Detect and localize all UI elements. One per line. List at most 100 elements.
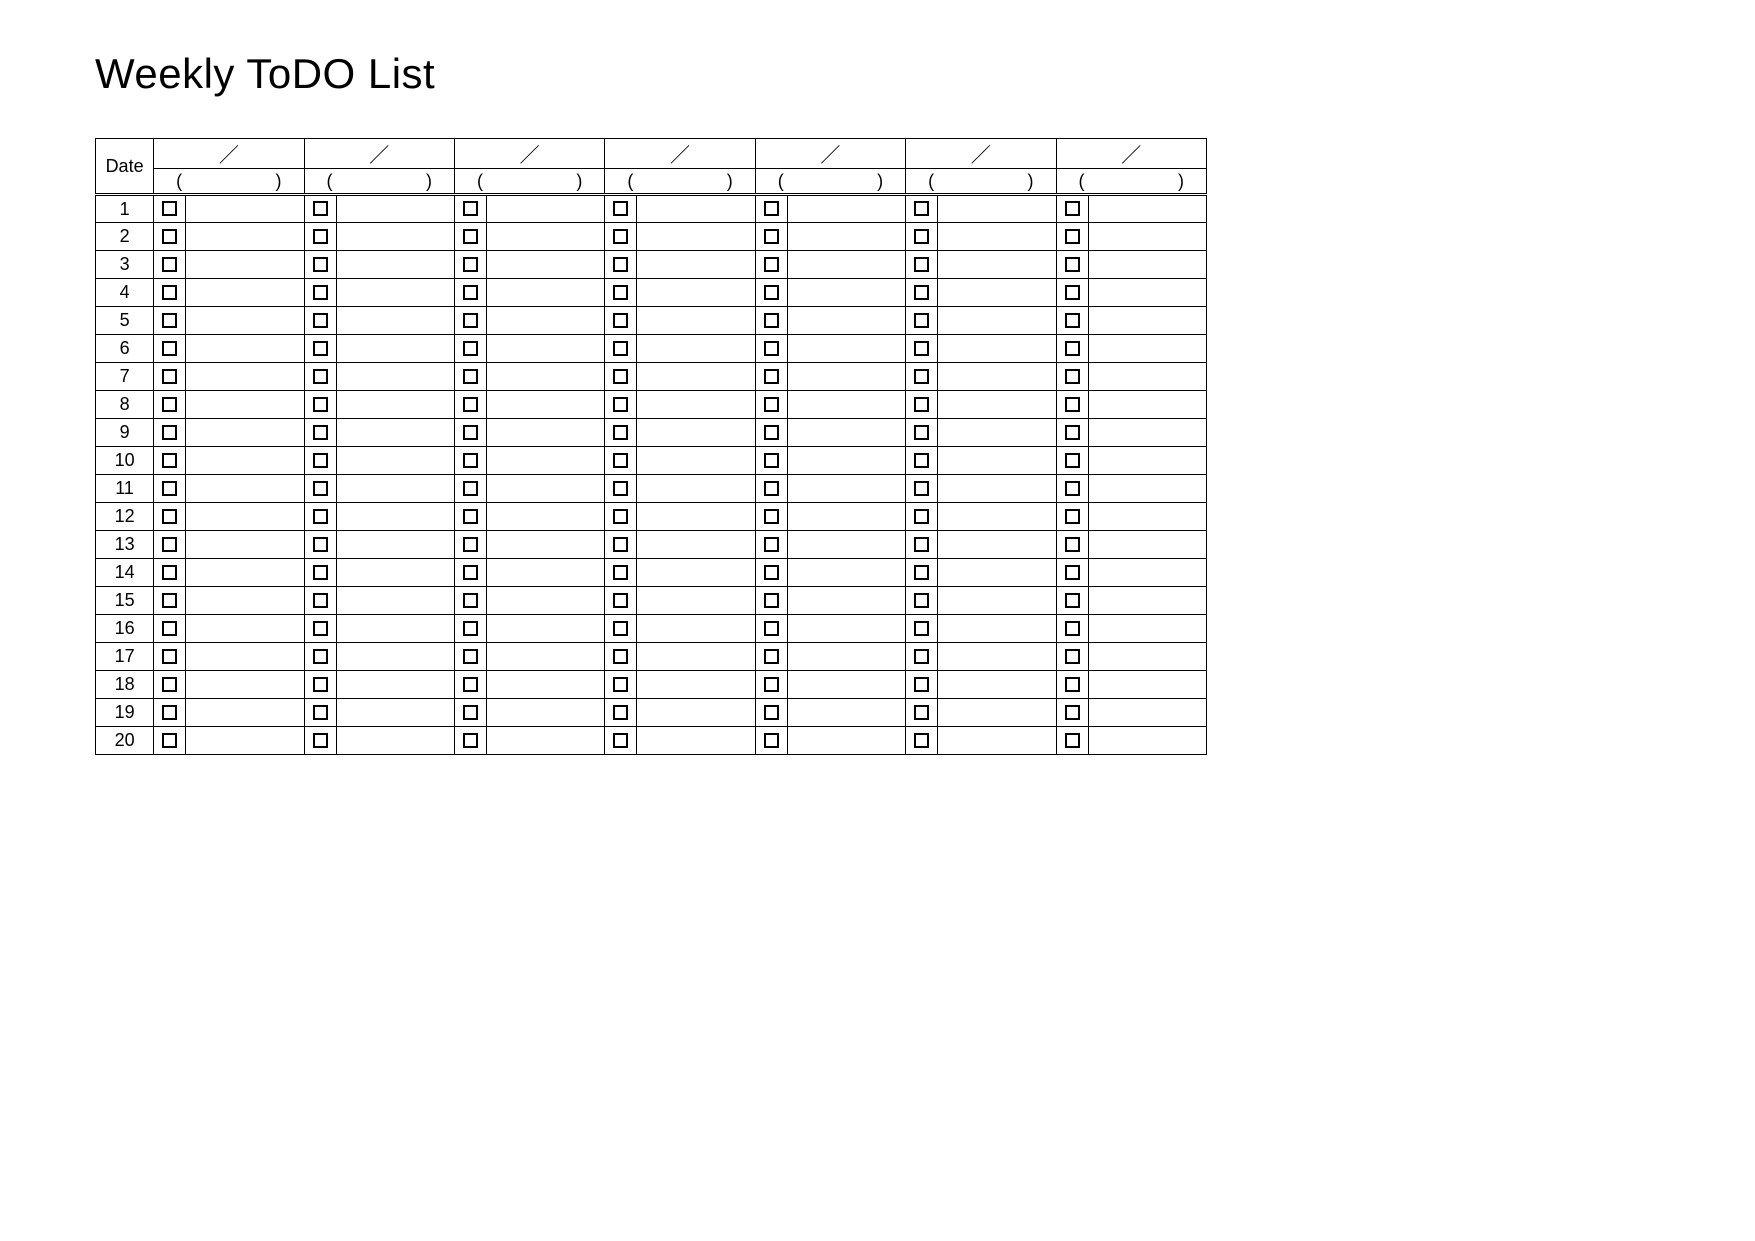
checkbox-icon[interactable] <box>313 453 328 468</box>
task-cell[interactable] <box>336 531 454 559</box>
task-cell[interactable] <box>938 643 1056 671</box>
checkbox-cell[interactable] <box>755 559 787 587</box>
checkbox-icon[interactable] <box>162 313 177 328</box>
checkbox-icon[interactable] <box>1065 201 1080 216</box>
task-cell[interactable] <box>336 699 454 727</box>
task-cell[interactable] <box>336 391 454 419</box>
checkbox-cell[interactable] <box>906 335 938 363</box>
checkbox-icon[interactable] <box>764 481 779 496</box>
checkbox-icon[interactable] <box>463 537 478 552</box>
task-cell[interactable] <box>787 475 905 503</box>
checkbox-cell[interactable] <box>755 419 787 447</box>
task-cell[interactable] <box>186 671 304 699</box>
checkbox-cell[interactable] <box>906 671 938 699</box>
checkbox-cell[interactable] <box>755 503 787 531</box>
task-cell[interactable] <box>487 615 605 643</box>
checkbox-icon[interactable] <box>162 509 177 524</box>
task-cell[interactable] <box>487 699 605 727</box>
checkbox-cell[interactable] <box>906 503 938 531</box>
checkbox-cell[interactable] <box>154 195 186 223</box>
task-cell[interactable] <box>787 419 905 447</box>
checkbox-icon[interactable] <box>1065 481 1080 496</box>
task-cell[interactable] <box>787 223 905 251</box>
task-cell[interactable] <box>336 447 454 475</box>
task-cell[interactable] <box>637 503 755 531</box>
checkbox-icon[interactable] <box>313 509 328 524</box>
checkbox-icon[interactable] <box>162 649 177 664</box>
checkbox-cell[interactable] <box>304 699 336 727</box>
checkbox-icon[interactable] <box>1065 593 1080 608</box>
checkbox-cell[interactable] <box>154 447 186 475</box>
checkbox-cell[interactable] <box>454 671 486 699</box>
checkbox-icon[interactable] <box>613 733 628 748</box>
task-cell[interactable] <box>938 447 1056 475</box>
task-cell[interactable] <box>186 335 304 363</box>
checkbox-icon[interactable] <box>463 313 478 328</box>
checkbox-icon[interactable] <box>764 509 779 524</box>
checkbox-icon[interactable] <box>914 649 929 664</box>
checkbox-icon[interactable] <box>162 285 177 300</box>
checkbox-icon[interactable] <box>914 425 929 440</box>
checkbox-cell[interactable] <box>454 587 486 615</box>
task-cell[interactable] <box>787 503 905 531</box>
checkbox-cell[interactable] <box>1056 559 1088 587</box>
checkbox-cell[interactable] <box>154 223 186 251</box>
task-cell[interactable] <box>938 615 1056 643</box>
checkbox-icon[interactable] <box>764 229 779 244</box>
checkbox-icon[interactable] <box>162 425 177 440</box>
task-cell[interactable] <box>637 531 755 559</box>
checkbox-icon[interactable] <box>162 705 177 720</box>
checkbox-cell[interactable] <box>605 251 637 279</box>
task-cell[interactable] <box>637 251 755 279</box>
checkbox-icon[interactable] <box>613 677 628 692</box>
task-cell[interactable] <box>336 419 454 447</box>
task-cell[interactable] <box>1088 503 1206 531</box>
checkbox-cell[interactable] <box>906 391 938 419</box>
checkbox-cell[interactable] <box>605 475 637 503</box>
checkbox-cell[interactable] <box>906 531 938 559</box>
checkbox-cell[interactable] <box>605 699 637 727</box>
task-cell[interactable] <box>487 447 605 475</box>
checkbox-icon[interactable] <box>313 649 328 664</box>
checkbox-cell[interactable] <box>304 223 336 251</box>
checkbox-icon[interactable] <box>313 733 328 748</box>
checkbox-cell[interactable] <box>154 391 186 419</box>
task-cell[interactable] <box>336 475 454 503</box>
checkbox-icon[interactable] <box>613 565 628 580</box>
checkbox-cell[interactable] <box>304 391 336 419</box>
checkbox-cell[interactable] <box>454 391 486 419</box>
checkbox-cell[interactable] <box>1056 699 1088 727</box>
checkbox-icon[interactable] <box>914 593 929 608</box>
task-cell[interactable] <box>1088 223 1206 251</box>
checkbox-cell[interactable] <box>1056 251 1088 279</box>
task-cell[interactable] <box>787 531 905 559</box>
checkbox-cell[interactable] <box>1056 531 1088 559</box>
task-cell[interactable] <box>186 251 304 279</box>
checkbox-icon[interactable] <box>1065 257 1080 272</box>
checkbox-cell[interactable] <box>755 363 787 391</box>
checkbox-icon[interactable] <box>313 313 328 328</box>
task-cell[interactable] <box>186 587 304 615</box>
task-cell[interactable] <box>336 363 454 391</box>
checkbox-cell[interactable] <box>454 699 486 727</box>
checkbox-icon[interactable] <box>162 453 177 468</box>
task-cell[interactable] <box>487 195 605 223</box>
task-cell[interactable] <box>637 699 755 727</box>
checkbox-icon[interactable] <box>914 229 929 244</box>
task-cell[interactable] <box>938 195 1056 223</box>
task-cell[interactable] <box>186 363 304 391</box>
checkbox-icon[interactable] <box>313 257 328 272</box>
checkbox-icon[interactable] <box>1065 705 1080 720</box>
checkbox-icon[interactable] <box>1065 621 1080 636</box>
checkbox-icon[interactable] <box>764 733 779 748</box>
checkbox-cell[interactable] <box>906 307 938 335</box>
task-cell[interactable] <box>637 475 755 503</box>
checkbox-icon[interactable] <box>162 201 177 216</box>
task-cell[interactable] <box>938 699 1056 727</box>
task-cell[interactable] <box>938 391 1056 419</box>
task-cell[interactable] <box>787 643 905 671</box>
checkbox-cell[interactable] <box>906 419 938 447</box>
checkbox-icon[interactable] <box>463 369 478 384</box>
checkbox-icon[interactable] <box>613 453 628 468</box>
checkbox-cell[interactable] <box>454 223 486 251</box>
